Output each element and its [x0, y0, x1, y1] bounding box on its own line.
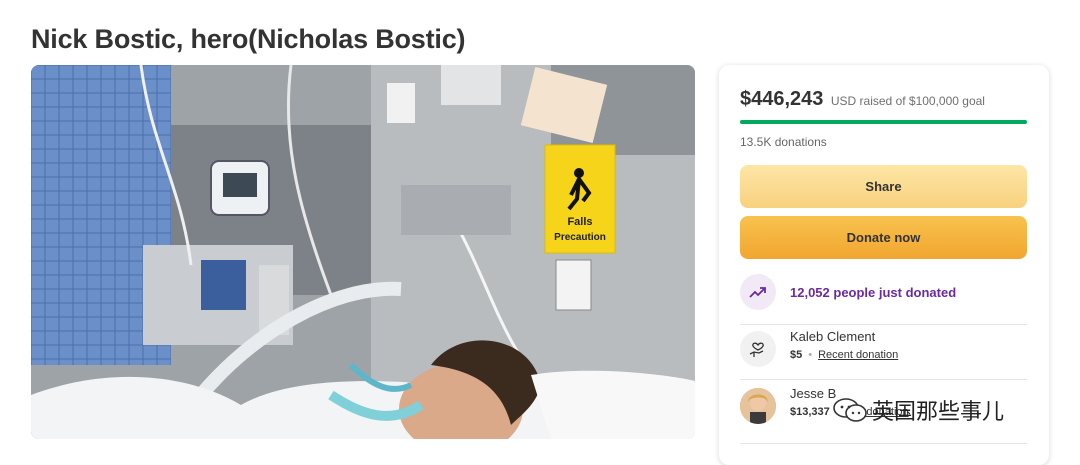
page-title: Nick Bostic, hero(Nicholas Bostic): [31, 24, 466, 55]
divider: [740, 324, 1027, 325]
donor-amount: $5: [790, 349, 803, 361]
avatar: [740, 388, 776, 424]
recent-activity: 12,052 people just donated: [740, 273, 956, 311]
raised-goal-text: USD raised of $100,000 goal: [830, 94, 985, 108]
campaign-hero-image[interactable]: Falls Precaution: [31, 65, 695, 439]
donor-amount: $13,337: [790, 406, 830, 418]
raised-amount: $446,243: [740, 88, 824, 110]
recent-donors-count: 12,052 people just donated: [790, 284, 957, 300]
donor-meta: $5 • Recent donation: [790, 349, 899, 361]
divider: [740, 443, 1027, 444]
watermark: 英国那些事儿: [832, 394, 1004, 426]
sign-text-precaution: Precaution: [554, 232, 606, 243]
chat-bubbles-icon: [833, 398, 867, 422]
sign-text-falls: Falls: [567, 216, 592, 228]
trending-up-icon: [740, 274, 776, 310]
donor-name: Jesse B: [790, 386, 837, 401]
progress-bar-fill: [740, 120, 1027, 124]
hand-heart-icon: [740, 331, 776, 367]
donor-item: Kaleb Clement $5 • Recent donation: [740, 327, 1030, 371]
share-button[interactable]: Share: [740, 165, 1027, 208]
donate-now-button[interactable]: Donate now: [740, 216, 1027, 259]
recent-donation-link[interactable]: Recent donation: [818, 349, 898, 361]
donor-name: Kaleb Clement: [790, 329, 876, 344]
watermark-text: 英国那些事儿: [872, 399, 1005, 424]
raised-summary: $446,243 USD raised of $100,000 goal: [740, 88, 985, 111]
donation-count: 13.5K donations: [740, 135, 827, 149]
progress-bar: [740, 120, 1027, 124]
divider: [740, 379, 1027, 380]
